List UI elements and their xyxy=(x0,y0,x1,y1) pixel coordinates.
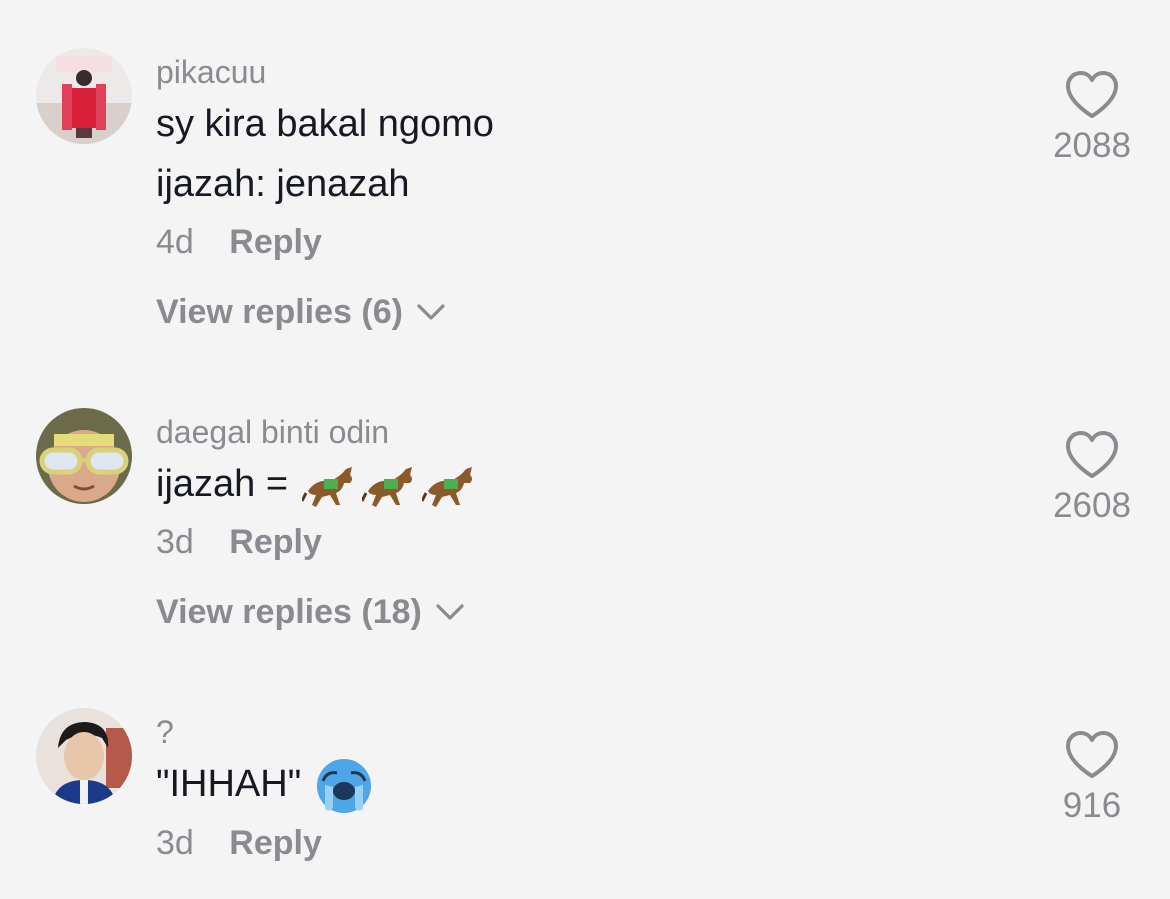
like-count: 2088 xyxy=(1053,126,1131,165)
comment-text-line: "IHHAH" xyxy=(156,754,1016,815)
avatar-image xyxy=(36,48,132,144)
comment-time: 3d xyxy=(156,823,194,862)
view-replies-button[interactable]: View replies (18) xyxy=(156,590,1016,634)
emoji-group xyxy=(302,461,482,511)
like-count: 2608 xyxy=(1053,486,1131,525)
comment-text-line: ijazah = xyxy=(156,454,1016,514)
reply-button[interactable]: Reply xyxy=(229,824,322,862)
comment-text-line: ijazah: jenazah xyxy=(156,163,410,205)
avatar[interactable] xyxy=(36,48,132,144)
comment-meta: 3d Reply xyxy=(156,821,1016,865)
comment-meta: 3d Reply xyxy=(156,520,1016,564)
like-button[interactable]: 2088 xyxy=(1042,70,1142,168)
reply-button[interactable]: Reply xyxy=(229,523,322,561)
horse-racing-icon xyxy=(302,466,353,507)
comment-text: "IHHAH" xyxy=(156,763,302,805)
comment-text-line: sy kira bakal ngomo xyxy=(156,103,494,145)
horse-racing-icon xyxy=(362,466,413,507)
chevron-down-icon xyxy=(417,304,445,320)
comment-body: daegal binti odin ijazah = 3d Reply View… xyxy=(156,410,1016,634)
comment-username[interactable]: ? xyxy=(156,710,1016,754)
avatar[interactable] xyxy=(36,708,132,804)
emoji-group xyxy=(315,757,377,815)
comment-time: 4d xyxy=(156,223,194,261)
reply-button[interactable]: Reply xyxy=(229,223,322,261)
comment-list: pikacuu sy kira bakal ngomo ijazah: jena… xyxy=(0,0,1170,899)
avatar-image xyxy=(36,708,132,804)
heart-icon xyxy=(1066,431,1118,478)
like-count: 916 xyxy=(1062,786,1122,825)
heart-icon xyxy=(1066,731,1118,778)
comment-body: pikacuu sy kira bakal ngomo ijazah: jena… xyxy=(156,50,1016,334)
comment-username[interactable]: pikacuu xyxy=(156,50,1016,94)
horse-racing-icon xyxy=(422,466,473,507)
view-replies-label: View replies (18) xyxy=(156,593,422,631)
heart-icon xyxy=(1066,71,1118,118)
comment-time: 3d xyxy=(156,523,194,561)
like-button[interactable]: 2608 xyxy=(1042,430,1142,528)
view-replies-button[interactable]: View replies (6) xyxy=(156,290,1016,334)
comment-meta: 4d Reply xyxy=(156,220,1016,264)
comment-text: ijazah = xyxy=(156,463,289,505)
crying-face-icon xyxy=(317,758,372,813)
avatar-image xyxy=(36,408,132,504)
comment-username[interactable]: daegal binti odin xyxy=(156,410,1016,454)
view-replies-label: View replies (6) xyxy=(156,293,403,331)
comment-body: ? "IHHAH" 3d Reply xyxy=(156,710,1016,865)
like-button[interactable]: 916 xyxy=(1042,730,1142,828)
avatar[interactable] xyxy=(36,408,132,504)
chevron-down-icon xyxy=(436,604,464,620)
